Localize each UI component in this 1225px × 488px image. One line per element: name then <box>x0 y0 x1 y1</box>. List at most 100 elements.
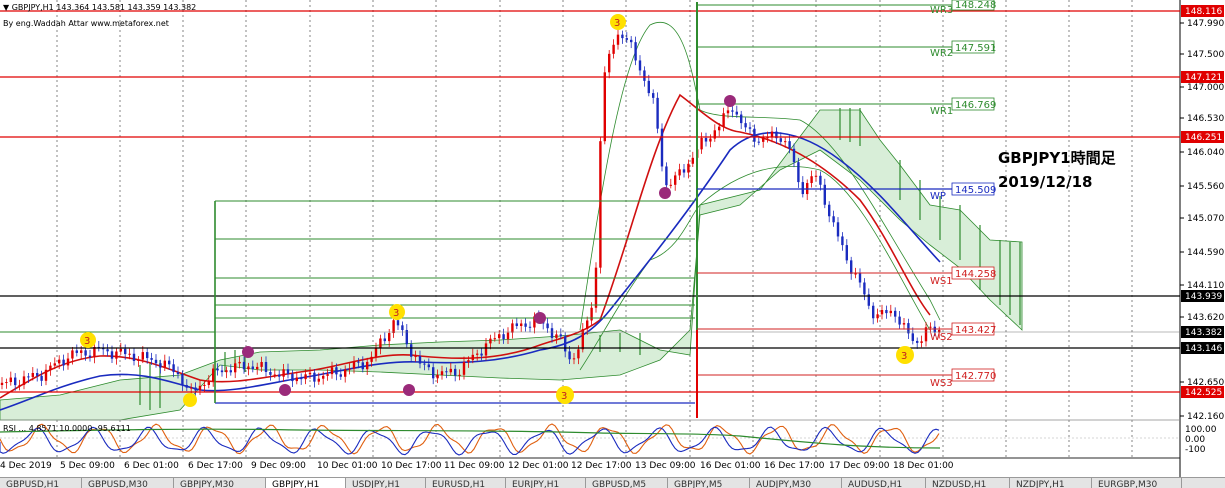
candle-body <box>339 374 342 377</box>
candle-body <box>880 310 884 315</box>
pivot-label-value: 143.427 <box>955 325 996 336</box>
candle-body <box>137 359 140 361</box>
candle-body <box>489 338 492 344</box>
candle-body <box>423 363 426 365</box>
candle-body <box>528 326 532 328</box>
candle-body <box>361 362 364 370</box>
candle-body <box>520 323 523 327</box>
candle-body <box>792 148 796 163</box>
candle-body <box>256 366 259 370</box>
candle-body <box>396 320 400 326</box>
candle-body <box>141 352 144 360</box>
candle-body <box>5 382 8 384</box>
candle-body <box>511 323 514 333</box>
candle-body <box>524 323 527 327</box>
candle-body <box>304 374 307 380</box>
candle-body <box>731 110 734 112</box>
candle-body <box>31 373 34 377</box>
fractal-down-marker: 3 <box>556 386 574 404</box>
candle-body <box>506 332 510 340</box>
pivot-label-value: 144.258 <box>955 269 996 280</box>
candle-body <box>146 352 149 359</box>
time-label: 6 Dec 01:00 <box>124 461 179 471</box>
candle-body <box>388 333 391 342</box>
candle-body <box>898 316 901 325</box>
time-label: 16 Dec 01:00 <box>700 461 761 471</box>
price-tick-label: 144.590 <box>1187 248 1224 258</box>
time-label: 12 Dec 17:00 <box>571 461 632 471</box>
candle-body <box>762 138 765 142</box>
candle-body <box>704 137 708 142</box>
price-tick-label: 142.160 <box>1187 412 1224 422</box>
candle-body <box>709 138 712 142</box>
candle-body <box>467 360 470 363</box>
candle-body <box>682 169 686 173</box>
candle-body <box>625 38 628 40</box>
candle-body <box>757 141 760 143</box>
candle-body <box>27 376 30 378</box>
candle-body <box>71 350 74 359</box>
candle-body <box>594 267 598 308</box>
candle-body <box>234 363 237 373</box>
candle-body <box>273 374 276 376</box>
candle-body <box>748 127 752 129</box>
candle-body <box>814 175 818 177</box>
candle-body <box>414 356 417 358</box>
price-tick-label: 146.530 <box>1187 114 1224 124</box>
time-label: 10 Dec 01:00 <box>317 461 378 471</box>
candle-body <box>40 375 43 381</box>
candle-body <box>194 387 197 391</box>
candle-body <box>242 361 246 370</box>
candle-body <box>643 70 646 81</box>
candle-body <box>326 374 329 376</box>
candle-body <box>225 370 228 373</box>
price-chart[interactable]: WR3 148.248 WR2 147.591 WR1 146.769 WP 1… <box>0 0 1225 477</box>
candle-body <box>176 372 180 375</box>
candle-body <box>110 351 114 359</box>
candle-body <box>18 384 21 386</box>
candle-body <box>568 351 571 360</box>
candle-body <box>212 368 215 382</box>
candle-body <box>308 372 312 375</box>
candle-body <box>599 141 602 268</box>
pivot-label-name: WP <box>930 191 946 202</box>
candle-body <box>119 348 122 352</box>
candle-body <box>665 166 668 186</box>
candle-body <box>322 375 325 379</box>
candle-body <box>612 44 615 54</box>
candle-body <box>674 175 677 185</box>
candle-body <box>278 374 281 377</box>
svg-text:3: 3 <box>614 18 620 29</box>
candle-body <box>203 384 206 386</box>
candle-body <box>819 175 822 185</box>
mt4-chart-window: WR3 148.248 WR2 147.591 WR1 146.769 WP 1… <box>0 0 1225 488</box>
candle-body <box>374 348 378 357</box>
candle-body <box>190 387 193 389</box>
annotation-title: GBPJPY1時間足 <box>998 149 1117 167</box>
oscillator-scale-label: 0.00 <box>1185 435 1205 445</box>
candle-body <box>62 359 65 366</box>
time-label: 11 Dec 09:00 <box>444 461 505 471</box>
candle-body <box>458 374 461 376</box>
candle-body <box>493 338 496 340</box>
svg-text:3: 3 <box>84 336 90 347</box>
time-label: 10 Dec 17:00 <box>381 461 442 471</box>
candle-body <box>722 113 725 127</box>
time-label: 9 Dec 09:00 <box>251 461 306 471</box>
candle-body <box>841 236 844 246</box>
candle-body <box>238 361 241 364</box>
price-highlight-label: 148.116 <box>1185 7 1222 17</box>
candle-body <box>911 333 914 341</box>
candle-body <box>691 157 694 164</box>
candle-body <box>80 350 83 353</box>
candle-body <box>220 370 224 373</box>
price-highlight-label: 147.121 <box>1185 73 1222 83</box>
candle-body <box>383 338 386 342</box>
candle-body <box>300 377 303 380</box>
fractal-down-marker <box>183 393 197 407</box>
pivot-label-value: 148.248 <box>955 0 996 11</box>
pivot-label-name: WR1 <box>930 106 953 117</box>
candle-body <box>247 366 250 370</box>
fractal-up-marker: 3 <box>80 332 96 348</box>
candle-body <box>330 367 334 375</box>
